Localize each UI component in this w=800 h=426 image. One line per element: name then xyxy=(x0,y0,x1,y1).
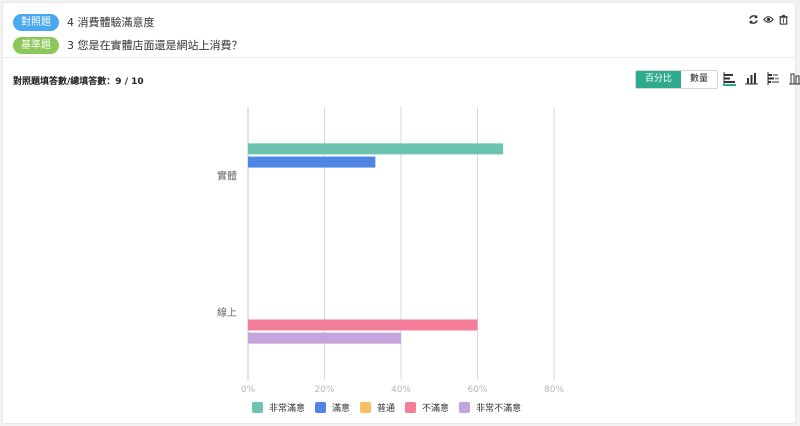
y-category-label: 實體 xyxy=(217,169,237,182)
response-bar-chart: 0% 20% 40% 60% 80% 實體線上 xyxy=(217,107,564,395)
legend-label: 不滿意 xyxy=(422,404,450,414)
legend-swatch xyxy=(405,402,417,413)
bar-滿意 xyxy=(248,156,376,168)
legend-item[interactable]: 滿意 xyxy=(315,401,350,414)
y-category-label: 線上 xyxy=(217,306,237,319)
legend-swatch xyxy=(252,402,263,413)
bar-非常滿意 xyxy=(248,143,504,155)
legend-item[interactable]: 普通 xyxy=(360,401,395,414)
chart-legend: 非常滿意 滿意 普通 不滿意 非常不滿意 xyxy=(252,401,521,414)
legend-label: 非常不滿意 xyxy=(476,404,522,414)
legend-swatch xyxy=(360,402,372,413)
legend-item[interactable]: 非常滿意 xyxy=(252,401,305,414)
x-tick-label: 0% xyxy=(241,385,256,395)
x-tick-label: 40% xyxy=(391,385,411,395)
bar-非常不滿意 xyxy=(248,332,401,344)
legend-swatch xyxy=(315,402,327,413)
legend-item[interactable]: 非常不滿意 xyxy=(459,401,521,414)
legend-label: 滿意 xyxy=(332,404,351,414)
legend-swatch xyxy=(459,402,471,413)
x-tick-label: 20% xyxy=(314,385,334,395)
bar-不滿意 xyxy=(248,319,478,331)
legend-label: 普通 xyxy=(377,404,396,414)
legend-item[interactable]: 不滿意 xyxy=(405,401,449,414)
x-tick-label: 80% xyxy=(544,385,564,395)
x-tick-label: 60% xyxy=(467,385,487,395)
legend-label: 非常滿意 xyxy=(269,404,306,414)
